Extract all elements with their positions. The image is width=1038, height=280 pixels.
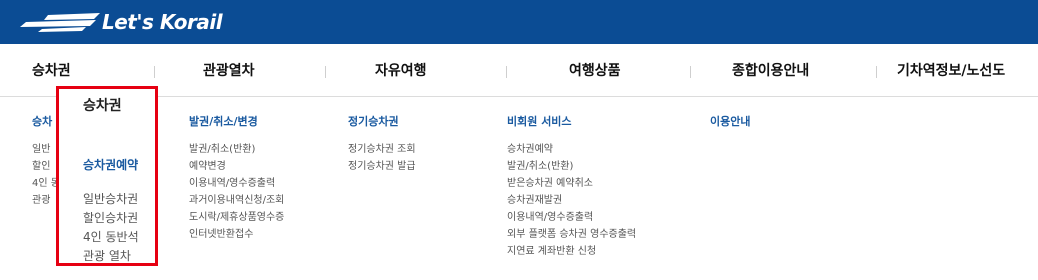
column-link[interactable]: 발권/취소(반환) bbox=[189, 141, 284, 158]
column-link[interactable]: 도시락/제휴상품영수증 bbox=[189, 209, 284, 226]
column-title[interactable]: 정기승차권 bbox=[348, 113, 416, 129]
column-link[interactable]: 정기승차권 발급 bbox=[348, 158, 416, 175]
column-list: 승차권예약 발권/취소(반환) 받은승차권 예약취소 승차권재발권 이용내역/영… bbox=[507, 141, 636, 260]
logo-text: Let's Korail bbox=[102, 10, 223, 34]
column-list: 일반 할인 4인 동 관광 bbox=[32, 141, 58, 209]
popup-list: 일반승차권 할인승차권 4인 동반석 관광 열차 bbox=[83, 190, 139, 266]
dropdown-column-usage-guide: 이용안내 bbox=[710, 113, 750, 141]
column-link[interactable]: 정기승차권 조회 bbox=[348, 141, 416, 158]
dropdown-column-issue-cancel: 발권/취소/변경 발권/취소(반환) 예약변경 이용내역/영수증출력 과거이용내… bbox=[189, 113, 284, 243]
nav-item-tour-trains[interactable]: 관광열차 bbox=[203, 60, 255, 80]
popup-link-regular-ticket[interactable]: 일반승차권 bbox=[83, 190, 139, 209]
popup-subtitle[interactable]: 승차권예약 bbox=[83, 156, 138, 173]
nav-item-tickets[interactable]: 승차권 bbox=[32, 60, 71, 80]
nav-item-free-travel[interactable]: 자유여행 bbox=[375, 60, 427, 80]
nav-separator bbox=[154, 66, 155, 78]
nav-item-travel-products[interactable]: 여행상품 bbox=[569, 60, 621, 80]
column-link[interactable]: 발권/취소(반환) bbox=[507, 158, 636, 175]
nav-item-station-info[interactable]: 기차역정보/노선도 bbox=[897, 60, 1005, 80]
column-title[interactable]: 이용안내 bbox=[710, 113, 750, 129]
popup-link-tour-train[interactable]: 관광 열차 bbox=[83, 247, 139, 266]
nav-separator bbox=[690, 66, 691, 78]
column-title[interactable]: 비회원 서비스 bbox=[507, 113, 636, 129]
popup-link-discount-ticket[interactable]: 할인승차권 bbox=[83, 209, 139, 228]
logo-swoosh-icon bbox=[20, 13, 100, 32]
column-link[interactable]: 받은승차권 예약취소 bbox=[507, 175, 636, 192]
column-title[interactable]: 승차 bbox=[32, 113, 58, 129]
dropdown-column-guest-service: 비회원 서비스 승차권예약 발권/취소(반환) 받은승차권 예약취소 승차권재발… bbox=[507, 113, 636, 260]
column-link[interactable]: 승차권재발권 bbox=[507, 192, 636, 209]
nav-separator bbox=[876, 66, 877, 78]
column-link[interactable]: 이용내역/영수증출력 bbox=[189, 175, 284, 192]
popup-heading: 승차권 bbox=[83, 98, 122, 114]
column-link[interactable]: 승차권예약 bbox=[507, 141, 636, 158]
korail-logo[interactable]: Let's Korail bbox=[18, 6, 223, 38]
nav-separator bbox=[325, 66, 326, 78]
top-bar: Let's Korail bbox=[0, 0, 1038, 44]
column-link[interactable]: 지연료 계좌반환 신청 bbox=[507, 243, 636, 260]
dropdown-column-tickets: 승차 일반 할인 4인 동 관광 bbox=[32, 113, 58, 209]
column-link[interactable]: 외부 플랫폼 승차권 영수증출력 bbox=[507, 226, 636, 243]
column-link[interactable]: 할인 bbox=[32, 158, 58, 175]
nav-item-guide[interactable]: 종합이용안내 bbox=[732, 60, 809, 80]
popup-link-four-seat[interactable]: 4인 동반석 bbox=[83, 228, 139, 247]
column-link[interactable]: 예약변경 bbox=[189, 158, 284, 175]
column-title[interactable]: 발권/취소/변경 bbox=[189, 113, 284, 129]
ticket-submenu-popup: 승차권 승차권예약 일반승차권 할인승차권 4인 동반석 관광 열차 bbox=[56, 86, 158, 266]
column-link[interactable]: 인터넷반환접수 bbox=[189, 226, 284, 243]
dropdown-column-season-ticket: 정기승차권 정기승차권 조회 정기승차권 발급 bbox=[348, 113, 416, 175]
column-link[interactable]: 과거이용내역신청/조회 bbox=[189, 192, 284, 209]
nav-separator bbox=[506, 66, 507, 78]
column-list: 발권/취소(반환) 예약변경 이용내역/영수증출력 과거이용내역신청/조회 도시… bbox=[189, 141, 284, 243]
column-link[interactable]: 4인 동 bbox=[32, 175, 58, 192]
column-list: 정기승차권 조회 정기승차권 발급 bbox=[348, 141, 416, 175]
column-link[interactable]: 이용내역/영수증출력 bbox=[507, 209, 636, 226]
column-link[interactable]: 관광 bbox=[32, 192, 58, 209]
column-link[interactable]: 일반 bbox=[32, 141, 58, 158]
